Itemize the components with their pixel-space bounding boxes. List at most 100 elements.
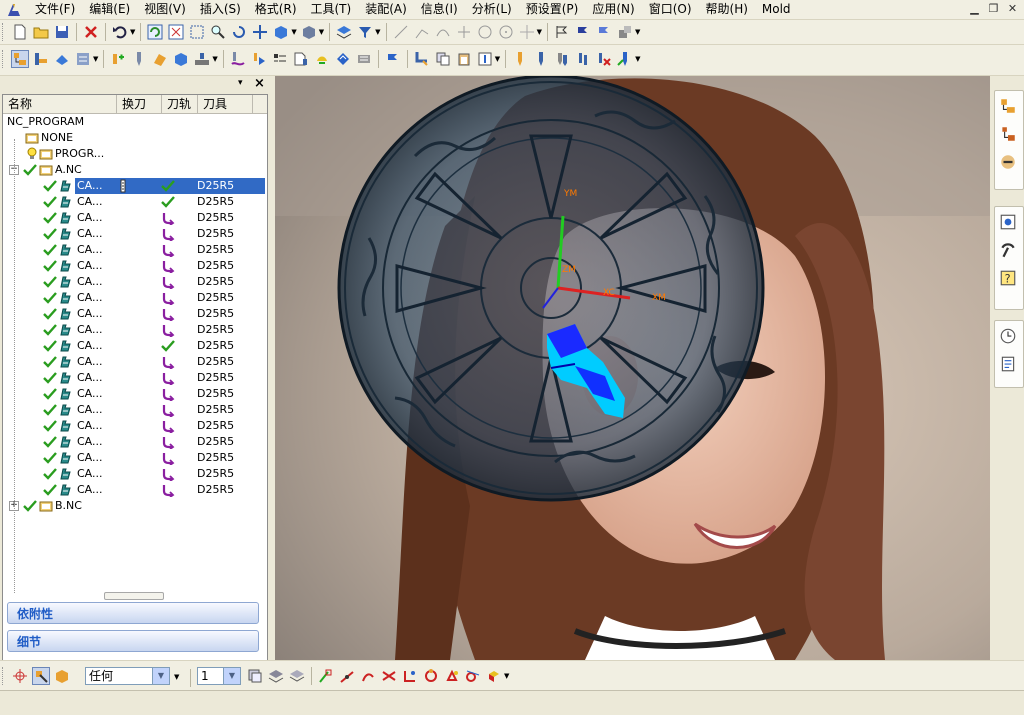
column-toolpath[interactable]: 刀轨 xyxy=(162,95,198,113)
tree-operation-row[interactable]: CA... D25R5 xyxy=(3,418,267,434)
snap-point-icon[interactable] xyxy=(443,667,461,685)
minimize-icon[interactable]: ▁ xyxy=(967,1,982,16)
tree-operation-row[interactable]: CA... D25R5 xyxy=(3,434,267,450)
tree-group-b[interactable]: + B.NC xyxy=(3,498,267,514)
tree-item-none[interactable]: NONE xyxy=(3,130,267,146)
assembly-icon[interactable] xyxy=(616,23,634,41)
part-navigator-icon[interactable] xyxy=(995,121,1021,147)
tree-operation-row[interactable]: CA... D25R5 xyxy=(3,482,267,498)
tree-operation-row[interactable]: CA... D25R5 xyxy=(3,386,267,402)
arc-icon[interactable] xyxy=(434,23,452,41)
chevron-down-icon[interactable]: ▼ xyxy=(223,668,240,684)
tool-array-icon[interactable] xyxy=(574,50,592,68)
column-tool-change[interactable]: 换刀 xyxy=(117,95,162,113)
tool-move-icon[interactable] xyxy=(532,50,550,68)
copy-icon[interactable] xyxy=(434,50,452,68)
help-icon[interactable]: ? xyxy=(995,265,1021,291)
pan-icon[interactable] xyxy=(251,23,269,41)
render-style-icon[interactable] xyxy=(300,23,318,41)
assembly-navigator-icon[interactable] xyxy=(995,93,1021,119)
select-body-icon[interactable] xyxy=(53,667,71,685)
method-view-icon[interactable] xyxy=(74,50,92,68)
restore-icon[interactable]: ❐ xyxy=(986,1,1001,16)
line-icon[interactable] xyxy=(392,23,410,41)
pin-icon[interactable]: ▾ xyxy=(238,78,243,88)
layer-select[interactable]: 1 ▼ xyxy=(197,667,241,685)
create-geometry-icon[interactable] xyxy=(151,50,169,68)
shop-doc-icon[interactable] xyxy=(355,50,373,68)
verify-toolpath-icon[interactable] xyxy=(292,50,310,68)
tree-operation-row[interactable]: CA... D25R5 xyxy=(3,290,267,306)
tree-group-a[interactable]: − A.NC xyxy=(3,162,267,178)
tree-operation-row[interactable]: CA... D25R5 xyxy=(3,322,267,338)
tree-operation-row[interactable]: CA... D25R5 xyxy=(3,370,267,386)
web-browser-icon[interactable] xyxy=(995,209,1021,235)
create-operation-icon[interactable] xyxy=(193,50,211,68)
tool-copy-icon[interactable] xyxy=(553,50,571,68)
generate-toolpath-icon[interactable] xyxy=(229,50,247,68)
tree-operation-row[interactable]: CA... D25R5 xyxy=(3,194,267,210)
layer-icon[interactable] xyxy=(335,23,353,41)
zoom-window-icon[interactable] xyxy=(188,23,206,41)
tool-edit-icon[interactable] xyxy=(511,50,529,68)
menu-item-3[interactable]: 插入(S) xyxy=(193,0,248,19)
snap-center-icon[interactable] xyxy=(401,667,419,685)
flag-arrow-icon[interactable] xyxy=(595,23,613,41)
chevron-down-icon[interactable]: ▼ xyxy=(152,668,169,684)
snap-endpoint-icon[interactable] xyxy=(317,667,335,685)
replay-toolpath-icon[interactable] xyxy=(250,50,268,68)
layer-settings-icon[interactable] xyxy=(246,667,264,685)
geometry-view-icon[interactable] xyxy=(53,50,71,68)
refresh-view-icon[interactable] xyxy=(146,23,164,41)
tree-item-progr[interactable]: PROGR... xyxy=(3,146,267,162)
open-folder-icon[interactable] xyxy=(32,23,50,41)
tree-operation-row[interactable]: CA... D25R5 xyxy=(3,226,267,242)
close-icon[interactable]: × xyxy=(254,76,265,91)
simulate-icon[interactable] xyxy=(313,50,331,68)
menu-item-9[interactable]: 预设置(P) xyxy=(519,0,586,19)
tree-operation-row[interactable]: CA... D25R5 xyxy=(3,402,267,418)
menu-item-13[interactable]: Mold xyxy=(755,0,798,19)
snap-quadrant-icon[interactable] xyxy=(422,667,440,685)
panel-splitter[interactable] xyxy=(104,592,164,600)
tree-operation-row[interactable]: CA... D25R5 xyxy=(3,210,267,226)
tree-operation-row[interactable]: CA... D25R5 xyxy=(3,306,267,322)
snap-face-icon[interactable] xyxy=(485,667,503,685)
list-toolpath-icon[interactable] xyxy=(271,50,289,68)
cut-icon[interactable] xyxy=(413,50,431,68)
snap-midpoint-icon[interactable] xyxy=(338,667,356,685)
save-icon[interactable] xyxy=(53,23,71,41)
flag-icon[interactable] xyxy=(574,23,592,41)
rotate-icon[interactable] xyxy=(230,23,248,41)
paste-icon[interactable] xyxy=(455,50,473,68)
menu-item-2[interactable]: 视图(V) xyxy=(137,0,193,19)
type-filter-select[interactable]: 任何 ▼ xyxy=(85,667,170,685)
tool-delete-icon[interactable] xyxy=(595,50,613,68)
menu-item-0[interactable]: 文件(F) xyxy=(28,0,82,19)
column-name[interactable]: 名称 xyxy=(3,95,117,113)
circle-center-icon[interactable] xyxy=(497,23,515,41)
tree-operation-row[interactable]: CA... D25R5 xyxy=(3,242,267,258)
layer-copy-icon[interactable] xyxy=(288,667,306,685)
graphics-window[interactable]: YM ZM XC XM xyxy=(275,76,990,660)
zoom-icon[interactable] xyxy=(209,23,227,41)
tool-axis-icon[interactable] xyxy=(616,50,634,68)
operation-navigator-icon[interactable] xyxy=(995,149,1021,175)
menu-item-10[interactable]: 应用(N) xyxy=(585,0,641,19)
roles-icon[interactable] xyxy=(995,351,1021,377)
column-tool[interactable]: 刀具 xyxy=(198,95,253,113)
dependencies-panel[interactable]: 依附性 xyxy=(7,602,259,624)
create-method-icon[interactable] xyxy=(172,50,190,68)
tree-operation-row[interactable]: CA... D25R5 xyxy=(3,450,267,466)
select-feature-icon[interactable] xyxy=(32,667,50,685)
filter-icon[interactable] xyxy=(356,23,374,41)
crosshair-icon[interactable] xyxy=(518,23,536,41)
machine-tool-view-icon[interactable] xyxy=(32,50,50,68)
polyline-icon[interactable] xyxy=(413,23,431,41)
tree-operation-row[interactable]: CA... D25R5 xyxy=(3,258,267,274)
undo-icon[interactable] xyxy=(111,23,129,41)
selection-crosshair-icon[interactable] xyxy=(11,667,29,685)
create-program-icon[interactable] xyxy=(109,50,127,68)
cancel-icon[interactable] xyxy=(82,23,100,41)
program-view-icon[interactable] xyxy=(11,50,29,68)
